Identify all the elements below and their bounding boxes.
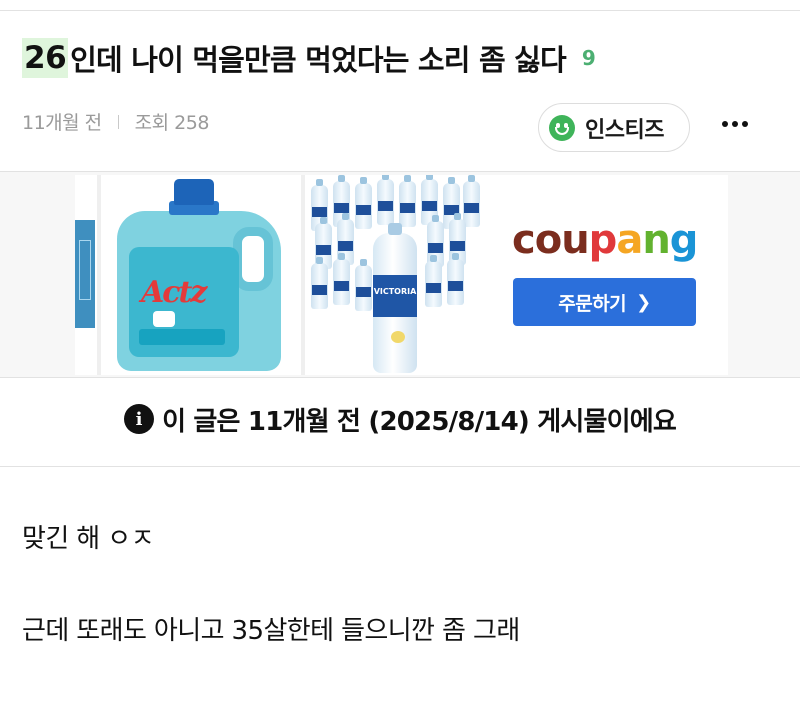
notice-text: 이 글은 11개월 전 (2025/8/14) 게시물이에요 (162, 406, 677, 437)
meta-separator (117, 114, 119, 129)
view-count: 조회 258 (134, 112, 210, 134)
ad-divider (0, 377, 800, 378)
title-text: 인데 나이 먹을만큼 먹었다는 소리 좀 싫다 (70, 43, 567, 77)
coupang-logo[interactable]: coupang (512, 217, 698, 263)
ad-content[interactable]: Actz VICTORIA coupang 주문하기 ❯ (75, 175, 728, 375)
water-label: VICTORIA (373, 287, 417, 296)
post-meta: 11개월 전 조회 258 (22, 108, 209, 135)
water-product-image[interactable]: VICTORIA (307, 175, 483, 375)
board-chip[interactable]: 인스티즈 (538, 103, 690, 152)
notice-divider (0, 466, 800, 467)
chevron-right-icon: ❯ (636, 291, 651, 313)
board-chip-label: 인스티즈 (585, 117, 664, 143)
detergent-product-image[interactable]: Actz (111, 179, 291, 374)
post-title: 26 인데 나이 먹을만큼 먹었다는 소리 좀 싫다 9 (22, 36, 596, 80)
product-image-partial (75, 220, 95, 328)
water-bottle: VICTORIA (373, 223, 417, 373)
top-divider (0, 10, 800, 11)
post-age-notice: i 이 글은 11개월 전 (2025/8/14) 게시물이에요 (0, 396, 800, 442)
order-button[interactable]: 주문하기 ❯ (513, 278, 696, 326)
post-body-line: 맞긴 해 ㅇㅈ (22, 524, 155, 554)
more-horizontal-icon[interactable] (722, 121, 748, 127)
detergent-logo: Actz (141, 275, 207, 310)
ad-banner[interactable]: Actz VICTORIA coupang 주문하기 ❯ (0, 172, 800, 377)
post-body-line: 근데 또래도 아니고 35살한테 들으니깐 좀 그래 (22, 616, 520, 646)
smiley-icon (549, 114, 575, 141)
comment-count[interactable]: 9 (582, 46, 596, 70)
info-icon: i (124, 404, 155, 434)
title-highlight: 26 (22, 38, 69, 78)
post-time: 11개월 전 (22, 112, 102, 134)
order-button-label: 주문하기 (558, 292, 627, 315)
